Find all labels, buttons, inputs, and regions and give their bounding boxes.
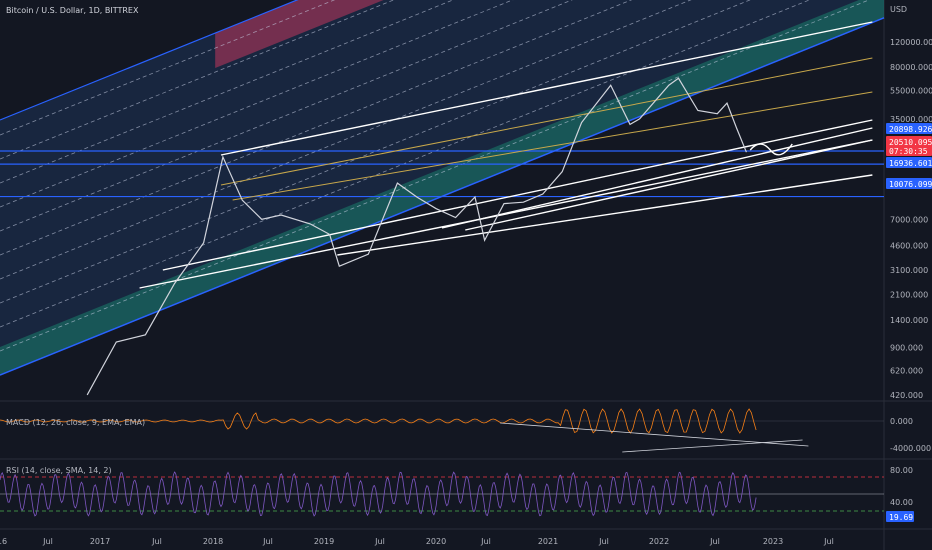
chart-canvas: 120000.000 80000.000 55000.000 35000.000 700…	[0, 0, 932, 550]
y-tick-label-0: 120000.000	[890, 38, 932, 47]
level-tag-0: 20898.926	[889, 125, 932, 134]
macd-tick-1: -4000.000	[890, 444, 931, 453]
x-tick-label-10: 2021	[538, 537, 558, 546]
level-tag-4: 10076.099	[889, 180, 932, 189]
y-tick-label-1: 80000.000	[890, 63, 932, 72]
macd-label: MACD (12, 26, close, 9, EMA, EMA)	[6, 418, 146, 427]
y-tick-label-11: 420.000	[890, 391, 923, 400]
x-tick-label-14: 2023	[763, 537, 783, 546]
x-tick-label-13: Jul	[709, 537, 720, 546]
level-tag-3: 16936.601	[889, 159, 932, 168]
x-tick-label-1: Jul	[42, 537, 53, 546]
x-tick-label-7: Jul	[374, 537, 385, 546]
y-tick-label-8: 1400.000	[890, 316, 928, 325]
x-tick-label-11: Jul	[598, 537, 609, 546]
x-tick-label-6: 2019	[314, 537, 334, 546]
y-tick-label-7: 2100.000	[890, 290, 928, 299]
x-tick-label-2: 2017	[90, 537, 110, 546]
x-tick-label-5: Jul	[262, 537, 273, 546]
y-tick-label-3: 35000.000	[890, 115, 932, 124]
y-tick-label-4: 7000.000	[890, 215, 928, 224]
x-tick-label-12: 2022	[649, 537, 669, 546]
y-tick-label-6: 3100.000	[890, 266, 928, 275]
x-tick-label-9: Jul	[480, 537, 491, 546]
rsi-label: RSI (14, close, SMA, 14, 2)	[6, 466, 112, 475]
y-tick-label-9: 900.000	[890, 343, 923, 352]
rsi-value-tag: 19.69	[889, 513, 913, 522]
chart-title: Bitcoin / U.S. Dollar, 1D, BITTREX	[6, 6, 139, 15]
rsi-tick-1: 40.00	[890, 498, 913, 507]
y-tick-label-5: 4600.000	[890, 242, 928, 251]
x-tick-label-0: 16	[0, 537, 7, 546]
x-tick-label-8: 2020	[426, 537, 446, 546]
x-tick-label-15: Jul	[823, 537, 834, 546]
level-tag-2: 07:30:35	[889, 147, 928, 156]
x-tick-label-3: Jul	[151, 537, 162, 546]
currency-label: USD	[890, 5, 907, 14]
y-tick-label-10: 620.000	[890, 367, 923, 376]
x-tick-label-4: 2018	[203, 537, 223, 546]
macd-tick-0: 0.000	[890, 417, 913, 426]
rsi-tick-0: 80.00	[890, 466, 913, 475]
y-tick-label-2: 55000.000	[890, 87, 932, 96]
